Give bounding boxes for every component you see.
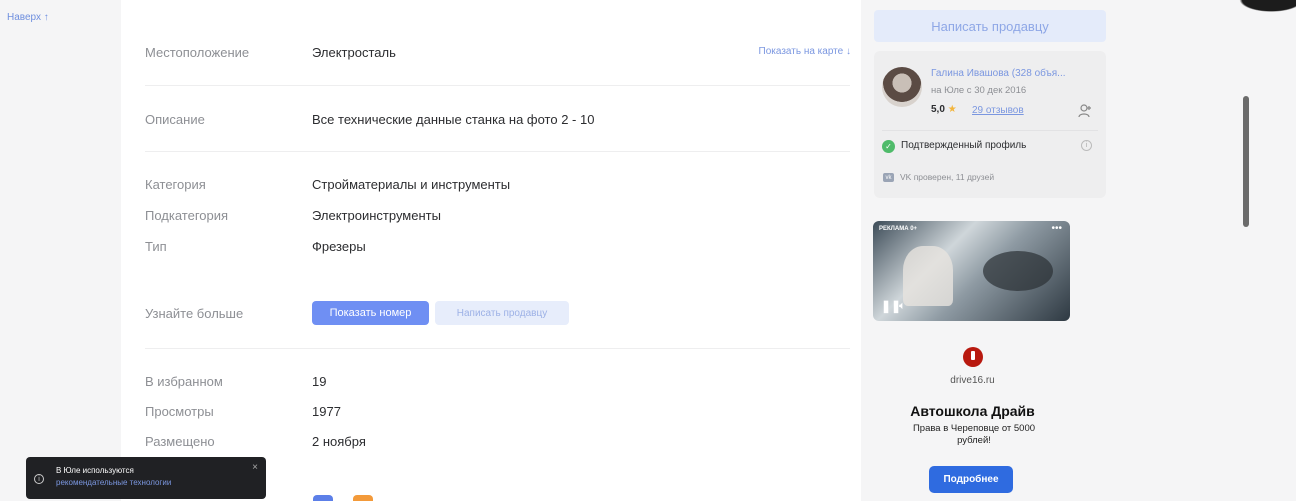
show-on-map-link[interactable]: Показать на карте ↓: [759, 46, 851, 57]
seller-name-link[interactable]: Галина Ивашова (328 объя...: [931, 68, 1066, 79]
description-label: Описание: [145, 112, 205, 127]
ad-label: РЕКЛАМА 0+: [879, 226, 918, 232]
type-label: Тип: [145, 239, 167, 254]
type-value: Фрезеры: [312, 239, 366, 254]
seller-card: Галина Ивашова (328 объя... на Юле с 30 …: [874, 51, 1106, 198]
category-label: Категория: [145, 177, 206, 192]
show-number-button[interactable]: Показать номер: [312, 301, 429, 325]
divider: [882, 130, 1098, 131]
ad-title[interactable]: Автошкола Драйв: [874, 403, 1071, 419]
recommendation-toast: i В Юле используются рекомендательные те…: [26, 457, 266, 499]
reviews-link[interactable]: 29 отзывов: [972, 105, 1024, 116]
close-icon[interactable]: ×: [252, 462, 258, 473]
scrollbar[interactable]: [1243, 96, 1249, 227]
left-gutter: Наверх ↑: [0, 0, 121, 501]
subcategory-label: Подкатегория: [145, 208, 229, 223]
back-to-top-link[interactable]: Наверх ↑: [7, 12, 49, 23]
favorites-value: 19: [312, 374, 327, 389]
description-value: Все технические данные станка на фото 2 …: [312, 112, 595, 127]
write-seller-button[interactable]: Написать продавцу: [435, 301, 569, 325]
category-value: Стройматериалы и инструменты: [312, 177, 511, 192]
location-value: Электросталь: [312, 45, 396, 60]
mute-icon[interactable]: 🔈︎: [899, 300, 906, 313]
more-icon[interactable]: •••: [1051, 223, 1062, 234]
share-button-ok[interactable]: [353, 495, 373, 501]
subscribe-icon[interactable]: [1078, 104, 1092, 121]
star-icon: ★: [947, 104, 957, 115]
seller-rating: 5,0 ★: [931, 104, 957, 115]
learn-more-label: Узнайте больше: [145, 306, 244, 321]
divider: [145, 348, 850, 349]
divider: [145, 85, 850, 86]
vk-icon: vk: [883, 173, 894, 182]
listing-details: Местоположение Электросталь Показать на …: [121, 0, 861, 501]
info-icon: i: [34, 474, 44, 484]
sidebar-write-seller-button[interactable]: Написать продавцу: [874, 10, 1106, 42]
share-button-vk[interactable]: [313, 495, 333, 501]
toast-text: В Юле используются: [56, 466, 134, 475]
ad-domain[interactable]: drive16.ru: [874, 375, 1071, 386]
seller-since: на Юле с 30 дек 2016: [931, 85, 1027, 96]
recommendation-tech-link[interactable]: рекомендательные технологии: [56, 478, 171, 487]
sidebar: Написать продавцу Галина Ивашова (328 об…: [861, 0, 1296, 501]
verified-profile-label: Подтвержденный профиль: [901, 140, 1027, 151]
info-icon[interactable]: i: [1081, 140, 1092, 151]
location-label: Местоположение: [145, 45, 250, 60]
posted-value: 2 ноября: [312, 434, 366, 449]
avatar[interactable]: [882, 67, 922, 107]
verified-shield-icon: ✓: [882, 140, 895, 153]
subcategory-value: Электроинструменты: [312, 208, 441, 223]
posted-label: Размещено: [145, 434, 215, 449]
divider: [145, 151, 850, 152]
ad-more-button[interactable]: Подробнее: [929, 466, 1013, 493]
advertiser-logo[interactable]: [963, 347, 983, 367]
ad-text: Права в Череповце от 5000 рублей!: [912, 423, 1036, 446]
views-label: Просмотры: [145, 404, 214, 419]
corner-decoration: [1234, 0, 1296, 14]
favorites-label: В избранном: [145, 374, 223, 389]
vk-verified-text: VK проверен, 11 друзей: [900, 172, 995, 182]
views-value: 1977: [312, 404, 341, 419]
ad-video[interactable]: РЕКЛАМА 0+ ••• ❚❚ 🔈︎: [873, 221, 1070, 321]
